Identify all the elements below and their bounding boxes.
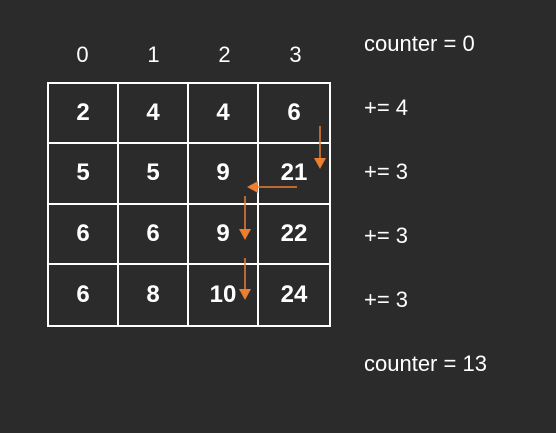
row2-increment-label: += 3 <box>364 159 409 184</box>
matrix-cell-r0-c1: 4 <box>119 84 189 145</box>
matrix-cell-r3-c1: 8 <box>119 264 189 325</box>
matrix-cell-r1-c0: 5 <box>49 144 119 205</box>
matrix-cell-r3-c0: 6 <box>49 264 119 325</box>
matrix-cell-r3-c3: 24 <box>280 280 308 308</box>
counter-start-label: counter = 0 <box>364 31 475 56</box>
matrix-cell-r1-c1: 5 <box>119 144 189 205</box>
row3-increment-label: += 3 <box>364 223 409 248</box>
row4-increment-label: += 3 <box>364 287 409 312</box>
matrix-cell-r2-c3: 22 <box>259 205 329 265</box>
matrix-cell-r2-c1: 6 <box>119 204 189 265</box>
column-header-0: 0 <box>76 42 89 67</box>
row1-increment-label: += 4 <box>364 95 409 120</box>
matrix-cell-r1-c3: 21 <box>259 144 329 205</box>
matrix-cell-r0-c3: 6 <box>259 84 329 145</box>
counter-end-label: counter = 13 <box>364 351 487 376</box>
column-header-2: 2 <box>218 42 231 67</box>
matrix-cell-r2-c2: 9 <box>189 204 259 265</box>
column-header-1: 1 <box>147 42 160 67</box>
matrix-cell-r0-c2: 4 <box>189 84 259 145</box>
slide-canvas: 0 1 2 3 2 4 4 6 5 5 9 21 6 6 9 22 6 8 10… <box>0 0 556 433</box>
matrix-cell-r2-c0: 6 <box>49 204 119 265</box>
matrix-cell-r3-c2: 10 <box>189 264 259 325</box>
matrix-cell-r1-c2: 9 <box>189 144 259 205</box>
matrix-cell-r0-c0: 2 <box>49 84 119 145</box>
matrix-grid: 2 4 4 6 5 5 9 21 6 6 9 22 6 8 10 24 <box>47 82 331 327</box>
column-header-3: 3 <box>289 42 302 67</box>
